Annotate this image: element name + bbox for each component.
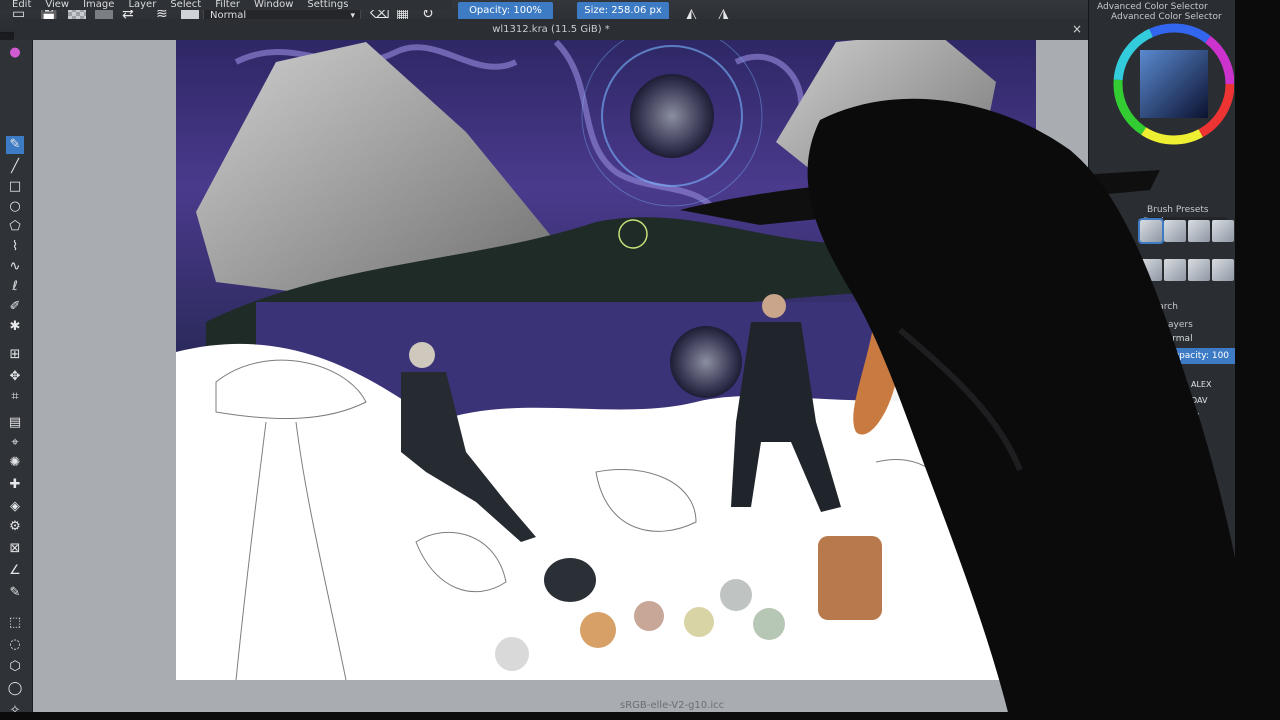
fill-icon[interactable]: ◈: [6, 498, 24, 516]
layer-blend-mode[interactable]: Normal: [1160, 334, 1236, 348]
layer-row[interactable]: ◉ W: [1166, 410, 1238, 423]
freehand-path-icon[interactable]: ℓ: [6, 278, 24, 296]
colorize-mask-icon[interactable]: ✺: [6, 454, 24, 472]
color-selector-title: Advanced Color Selector: [1097, 2, 1208, 12]
monitor-bezel-right: [1235, 0, 1280, 720]
layer-name: ALEX: [1191, 380, 1212, 389]
krita-logo-icon: ●: [9, 45, 21, 60]
polyline-icon[interactable]: ⌇: [6, 238, 24, 256]
color-profile-label: sRGB-elle-V2-g10.icc: [620, 700, 725, 711]
brush-search-label[interactable]: Search: [1147, 302, 1178, 312]
eye-icon[interactable]: ◉: [1166, 474, 1176, 487]
menu-image[interactable]: Image: [83, 0, 114, 10]
opacity-slider[interactable]: Opacity: 100%: [458, 2, 553, 20]
transform-icon[interactable]: ⊞: [6, 346, 24, 364]
eye-icon[interactable]: ◉: [1166, 394, 1176, 407]
monitor-bezel-bottom: [0, 712, 1280, 720]
assistant-icon[interactable]: ⚙: [6, 518, 24, 536]
freehand-select-icon[interactable]: ◯: [6, 680, 24, 698]
layer-thumbnail: [1178, 396, 1187, 405]
eye-icon[interactable]: ◉: [1166, 378, 1176, 391]
brush-preset-item[interactable]: [1188, 220, 1210, 242]
layer-thumbnail: [1178, 428, 1187, 437]
pin-icon[interactable]: ✎: [6, 584, 24, 602]
layer-thumbnail: [1178, 380, 1187, 389]
brush-preset-item[interactable]: [1164, 220, 1186, 242]
eye-icon[interactable]: ◉: [1166, 410, 1176, 423]
layer-thumbnail: [1178, 412, 1187, 421]
smart-patch-icon[interactable]: ✚: [6, 476, 24, 494]
layer-name: W: [1191, 412, 1199, 421]
bezier-icon[interactable]: ∿: [6, 258, 24, 276]
color-wheel[interactable]: [1112, 18, 1234, 148]
line-icon[interactable]: ╱: [6, 158, 24, 176]
move-icon[interactable]: ✥: [6, 368, 24, 386]
brush-preset-item[interactable]: [1164, 259, 1186, 281]
menu-bar: Edit View Image Layer Select Filter Wind…: [0, 0, 452, 10]
multibrush-icon[interactable]: ✱: [6, 318, 24, 336]
brush-preset-item[interactable]: [1212, 220, 1234, 242]
brush-preset-item[interactable]: [1140, 259, 1162, 281]
close-icon[interactable]: ×: [1072, 19, 1082, 40]
document-tab[interactable]: wl1312.kra (11.5 GiB) * ×: [14, 19, 1088, 40]
freehand-brush-icon[interactable]: ✎: [6, 136, 24, 154]
ellipse-icon[interactable]: ○: [6, 198, 24, 216]
layer-thumbnail: [1178, 460, 1187, 469]
menu-filter[interactable]: Filter: [215, 0, 240, 10]
rect-select-icon[interactable]: ⬚: [6, 614, 24, 632]
menu-edit[interactable]: Edit: [12, 0, 31, 10]
layer-row[interactable]: ◉: [1166, 442, 1238, 455]
layer-row[interactable]: ◉ DAV: [1166, 394, 1238, 407]
gradient-icon[interactable]: ▤: [6, 414, 24, 432]
toolbox: ● ✎ ╱ □ ○ ⬠ ⌇ ∿ ℓ ✐ ✱ ⊞ ✥ ⌗ ▤ ⌖ ✺ ✚ ◈ ⚙ …: [0, 40, 33, 720]
ellipse-select-icon[interactable]: ◌: [6, 636, 24, 654]
layer-name: LO: [1191, 428, 1202, 437]
crop-icon[interactable]: ⌗: [6, 388, 24, 406]
brush-preset-item[interactable]: [1188, 259, 1210, 281]
layer-thumbnail: [1178, 476, 1187, 485]
rectangle-icon[interactable]: □: [6, 178, 24, 196]
eye-icon[interactable]: ◉: [1166, 426, 1176, 439]
brush-preset-item[interactable]: [1138, 218, 1164, 244]
brush-preset-grid: [1138, 218, 1236, 296]
layer-row[interactable]: ◉: [1166, 474, 1238, 487]
brush-preset-item[interactable]: [1212, 259, 1234, 281]
size-slider[interactable]: Size: 258.06 px: [577, 2, 669, 20]
layer-name: DAV: [1191, 396, 1208, 405]
eye-icon[interactable]: ◉: [1166, 442, 1176, 455]
eye-icon[interactable]: ◉: [1166, 458, 1176, 471]
brush-presets-title: Brush Presets: [1147, 205, 1209, 215]
artwork-canvas[interactable]: [176, 22, 1036, 680]
color-sampler-icon[interactable]: ⌖: [6, 434, 24, 452]
polygon-select-icon[interactable]: ⬡: [6, 658, 24, 676]
layer-opacity-slider[interactable]: Opacity: 100: [1160, 348, 1238, 364]
layer-row[interactable]: ◉ LO: [1166, 426, 1238, 439]
menu-select[interactable]: Select: [170, 0, 201, 10]
layer-row[interactable]: ◉: [1166, 458, 1238, 471]
reference-icon[interactable]: ∠: [6, 562, 24, 580]
dynamic-brush-icon[interactable]: ✐: [6, 298, 24, 316]
layer-thumbnail: [1178, 444, 1187, 453]
menu-view[interactable]: View: [45, 0, 69, 10]
layer-row[interactable]: ◉ ALEX: [1166, 378, 1238, 391]
layers-title: Layers: [1163, 320, 1193, 330]
measure-icon[interactable]: ⊠: [6, 540, 24, 558]
menu-settings[interactable]: Settings: [307, 0, 348, 10]
menu-window[interactable]: Window: [254, 0, 293, 10]
polygon-icon[interactable]: ⬠: [6, 218, 24, 236]
menu-layer[interactable]: Layer: [128, 0, 156, 10]
document-title: wl1312.kra (11.5 GiB) *: [492, 24, 610, 35]
